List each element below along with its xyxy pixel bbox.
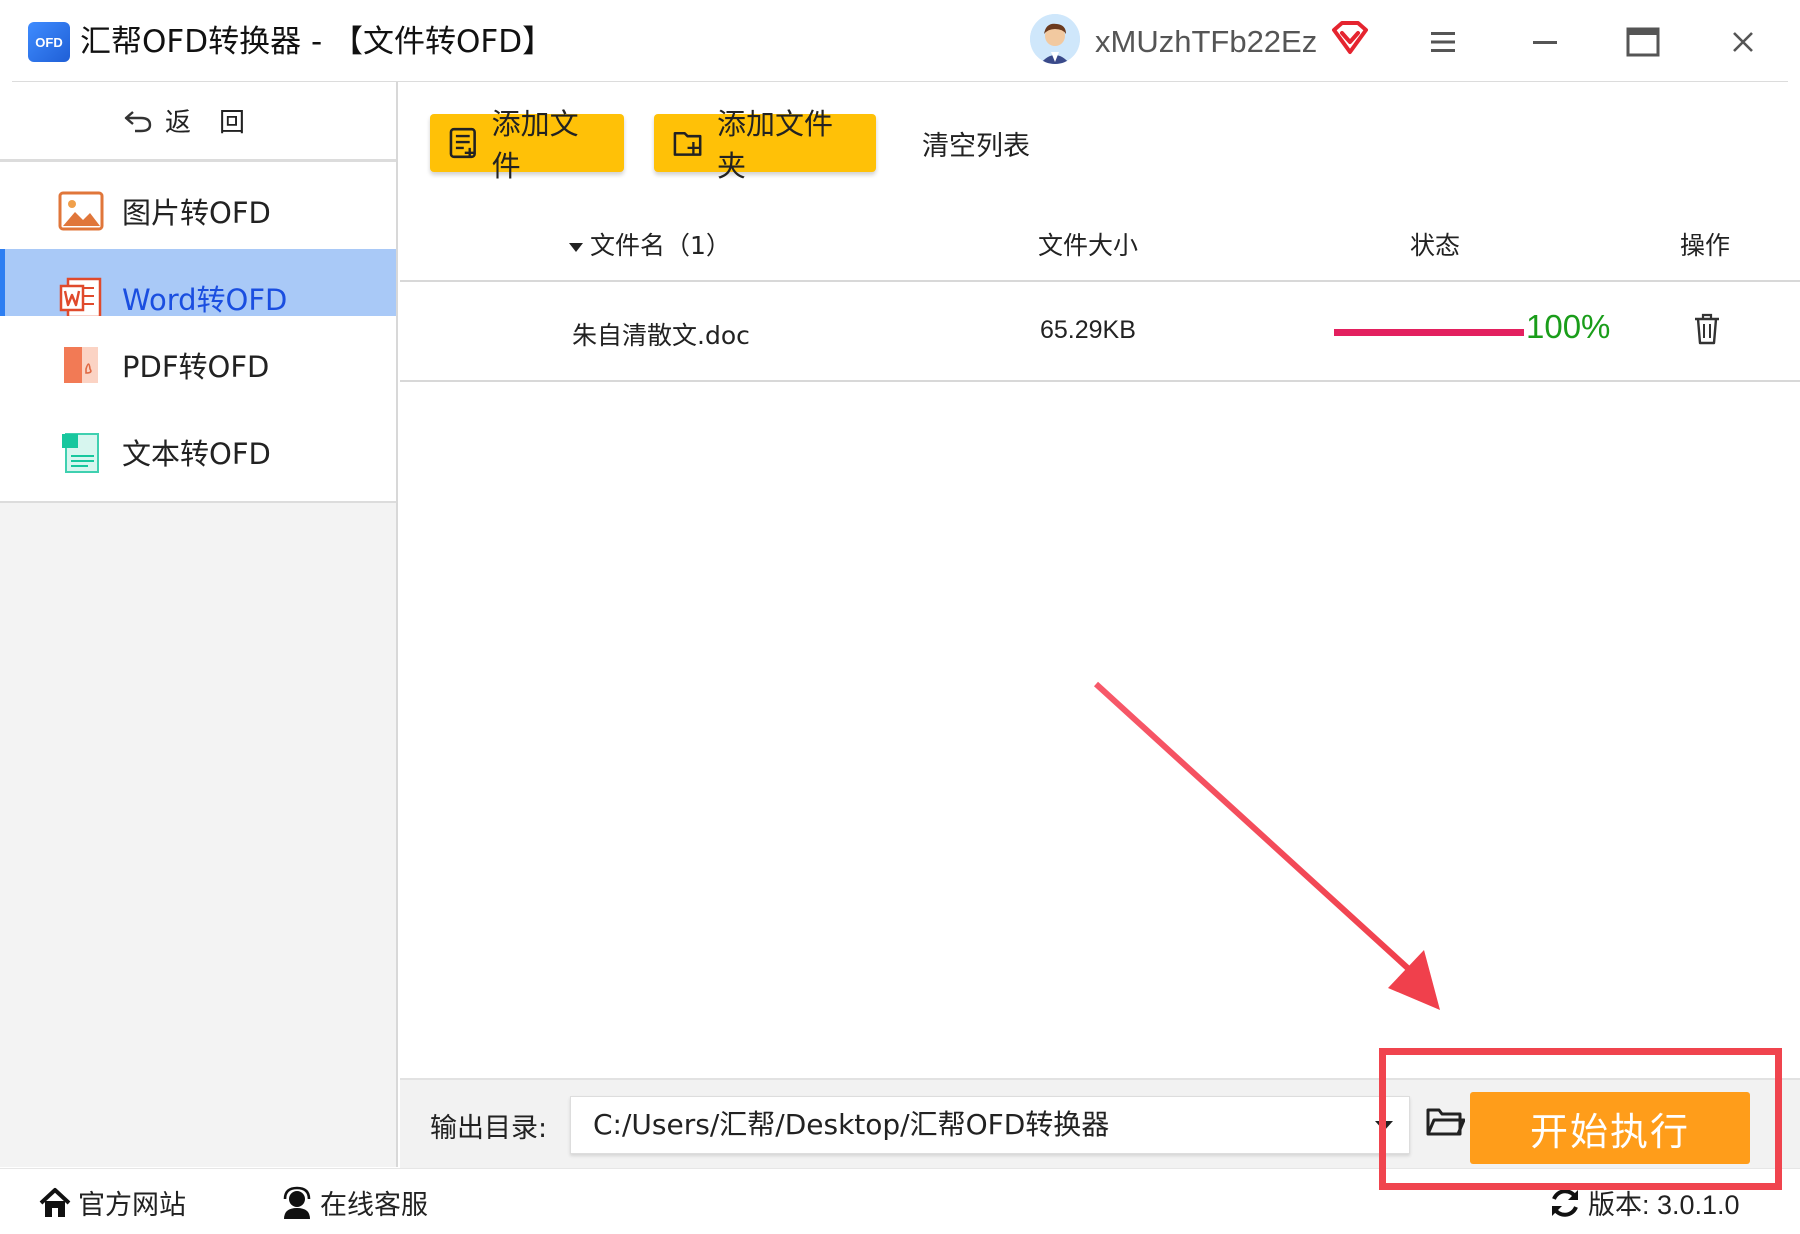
username[interactable]: xMUzhTFb22Ez bbox=[1095, 20, 1317, 64]
title-bar: OFD 汇帮OFD转换器 - 【文件转OFD】 xMUzhTFb22Ez bbox=[0, 0, 1800, 82]
sidebar-item-image-to-ofd[interactable]: 图片转OFD bbox=[0, 162, 396, 262]
row-filename: 朱自清散文.doc bbox=[572, 321, 750, 350]
menu-button[interactable] bbox=[1418, 18, 1468, 66]
sidebar-item-label: 文本转OFD bbox=[122, 437, 271, 471]
minimize-icon bbox=[1533, 41, 1557, 44]
official-website-label: 官方网站 bbox=[78, 1190, 186, 1221]
column-size: 文件大小 bbox=[1038, 231, 1139, 260]
sidebar-item-text-to-ofd[interactable]: 文本转OFD bbox=[0, 403, 396, 503]
window-title: 汇帮OFD转换器 - 【文件转OFD】 bbox=[80, 24, 554, 60]
official-website-link[interactable]: 官方网站 bbox=[38, 1183, 186, 1222]
refresh-icon bbox=[1552, 1188, 1578, 1217]
add-folder-button[interactable]: 添加文件夹 bbox=[654, 107, 876, 183]
sidebar: 返回 图片转OFD Word转OFD PDF转OFD 文本转OFD bbox=[0, 82, 398, 1167]
output-path-select[interactable]: C:/Users/汇帮/Desktop/汇帮OFD转换器 bbox=[570, 1096, 1410, 1154]
menu-icon bbox=[1431, 32, 1455, 52]
add-file-label: 添加文件 bbox=[491, 107, 579, 183]
row-size: 65.29KB bbox=[1040, 316, 1136, 344]
output-label: 输出目录: bbox=[430, 1113, 548, 1144]
maximize-button[interactable] bbox=[1618, 18, 1668, 66]
maximize-icon bbox=[1626, 27, 1660, 57]
clear-list-button[interactable]: 清空列表 bbox=[922, 124, 1030, 163]
back-arrow-icon bbox=[124, 110, 152, 132]
image-icon bbox=[58, 191, 104, 231]
close-button[interactable] bbox=[1718, 18, 1768, 66]
progress-bar bbox=[1334, 329, 1524, 336]
back-label: 返回 bbox=[164, 108, 273, 138]
output-path-value: C:/Users/汇帮/Desktop/汇帮OFD转换器 bbox=[593, 1108, 1110, 1141]
sidebar-item-label: Word转OFD bbox=[122, 283, 288, 317]
table-row: 朱自清散文.doc 65.29KB 100% bbox=[400, 282, 1800, 382]
close-icon bbox=[1733, 32, 1753, 52]
delete-icon[interactable] bbox=[1692, 312, 1722, 346]
main-panel: 添加文件 添加文件夹 清空列表 文件名（1） 文件大小 状态 操作 朱自清散文.… bbox=[400, 82, 1800, 1082]
column-action: 操作 bbox=[1680, 231, 1731, 260]
pdf-icon bbox=[64, 347, 98, 383]
user-avatar[interactable] bbox=[1030, 14, 1080, 64]
column-filename[interactable]: 文件名（1） bbox=[568, 226, 731, 262]
sort-down-icon bbox=[569, 243, 583, 252]
add-folder-icon bbox=[673, 132, 702, 156]
online-support-link[interactable]: 在线客服 bbox=[280, 1183, 428, 1222]
back-button[interactable]: 返回 bbox=[0, 82, 396, 162]
online-support-label: 在线客服 bbox=[320, 1190, 428, 1221]
word-icon bbox=[59, 277, 102, 319]
sidebar-item-label: 图片转OFD bbox=[122, 196, 271, 230]
table-header: 文件名（1） 文件大小 状态 操作 bbox=[400, 202, 1800, 282]
home-icon bbox=[39, 1187, 71, 1217]
vip-diamond-icon[interactable] bbox=[1330, 20, 1370, 56]
progress-percent: 100% bbox=[1526, 308, 1611, 345]
column-filename-label: 文件名（1） bbox=[590, 231, 731, 260]
add-file-icon bbox=[449, 127, 476, 159]
progress-bar-fill bbox=[1334, 329, 1524, 336]
add-folder-label: 添加文件夹 bbox=[717, 107, 834, 183]
sidebar-item-label: PDF转OFD bbox=[122, 350, 270, 384]
minimize-button[interactable] bbox=[1520, 18, 1570, 66]
text-file-icon bbox=[62, 433, 99, 473]
add-file-button[interactable]: 添加文件 bbox=[430, 107, 624, 183]
sidebar-item-pdf-to-ofd[interactable]: PDF转OFD bbox=[0, 316, 396, 416]
column-status: 状态 bbox=[1410, 231, 1461, 260]
app-logo-icon: OFD bbox=[28, 22, 70, 62]
headset-icon bbox=[283, 1186, 311, 1219]
annotation-highlight-box bbox=[1379, 1048, 1782, 1190]
